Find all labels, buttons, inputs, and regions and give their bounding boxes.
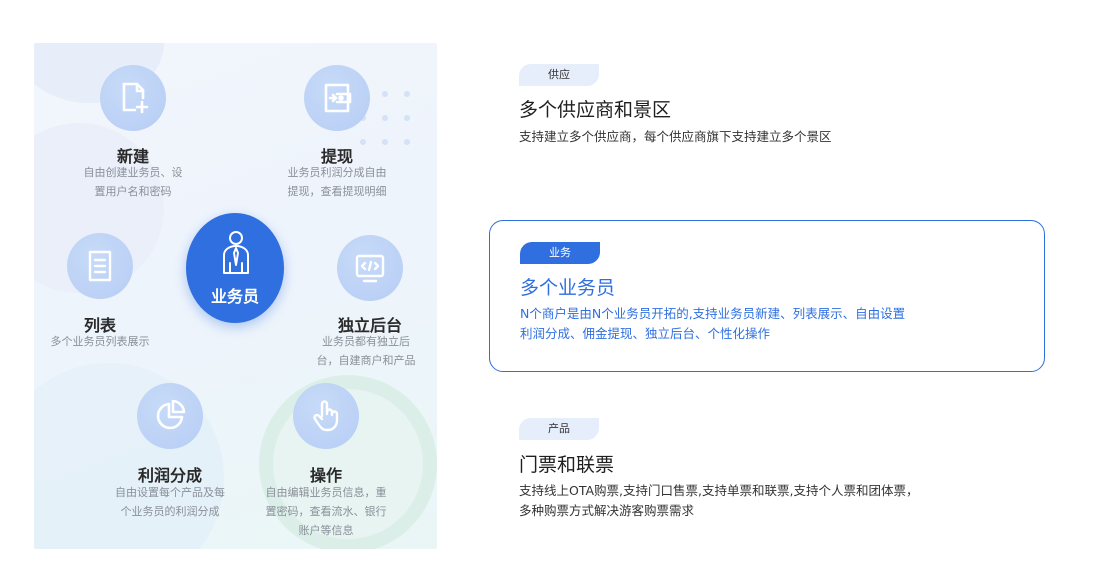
section-title-supply: 多个供应商和景区 <box>519 99 672 121</box>
section-tag-supply: 供应 <box>519 64 599 86</box>
hand-pointer-icon <box>293 383 359 449</box>
section-desc-salesperson: N个商户是由N个业务员开拓的,支持业务员新建、列表展示、自由设置 利润分成、佣金… <box>520 306 906 341</box>
feature-illustration: 新建 自由创建业务员、设 置用户名和密码 提现 业务员利润分成自由 提现，查看提… <box>34 43 437 549</box>
section-title-tickets: 门票和联票 <box>519 454 615 476</box>
section-desc-tickets: 支持线上OTA购票,支持门口售票,支持单票和联票,支持个人票和团体票， 多种购票… <box>519 483 919 518</box>
feature-desc-operate: 自由编辑业务员信息，重 置密码，查看流水、银行 账户等信息 <box>265 486 387 537</box>
section-title-salesperson: 多个业务员 <box>520 277 616 299</box>
background-blob <box>34 363 224 549</box>
list-icon <box>67 233 133 299</box>
feature-desc-list: 多个业务员列表展示 <box>50 335 150 348</box>
feature-desc-profit: 自由设置每个产品及每 个业务员的利润分成 <box>115 486 225 518</box>
salesperson-center-badge: 业务员 <box>186 213 284 323</box>
person-icon <box>223 231 249 274</box>
section-tag-business: 业务 <box>520 242 600 264</box>
feature-desc-withdraw: 业务员利润分成自由 提现，查看提现明细 <box>287 166 387 198</box>
feature-desc-backend: 业务员都有独立后 台，自建商户和产品 <box>316 335 416 367</box>
section-desc-supply: 支持建立多个供应商，每个供应商旗下支持建立多个景区 <box>519 129 832 144</box>
pie-chart-icon <box>137 383 203 449</box>
center-label: 业务员 <box>210 287 259 306</box>
add-file-icon <box>100 65 166 131</box>
section-tag-product: 产品 <box>519 418 599 440</box>
code-monitor-icon <box>337 235 403 301</box>
wallet-icon <box>304 65 370 131</box>
feature-desc-create: 自由创建业务员、设 置用户名和密码 <box>83 166 183 198</box>
